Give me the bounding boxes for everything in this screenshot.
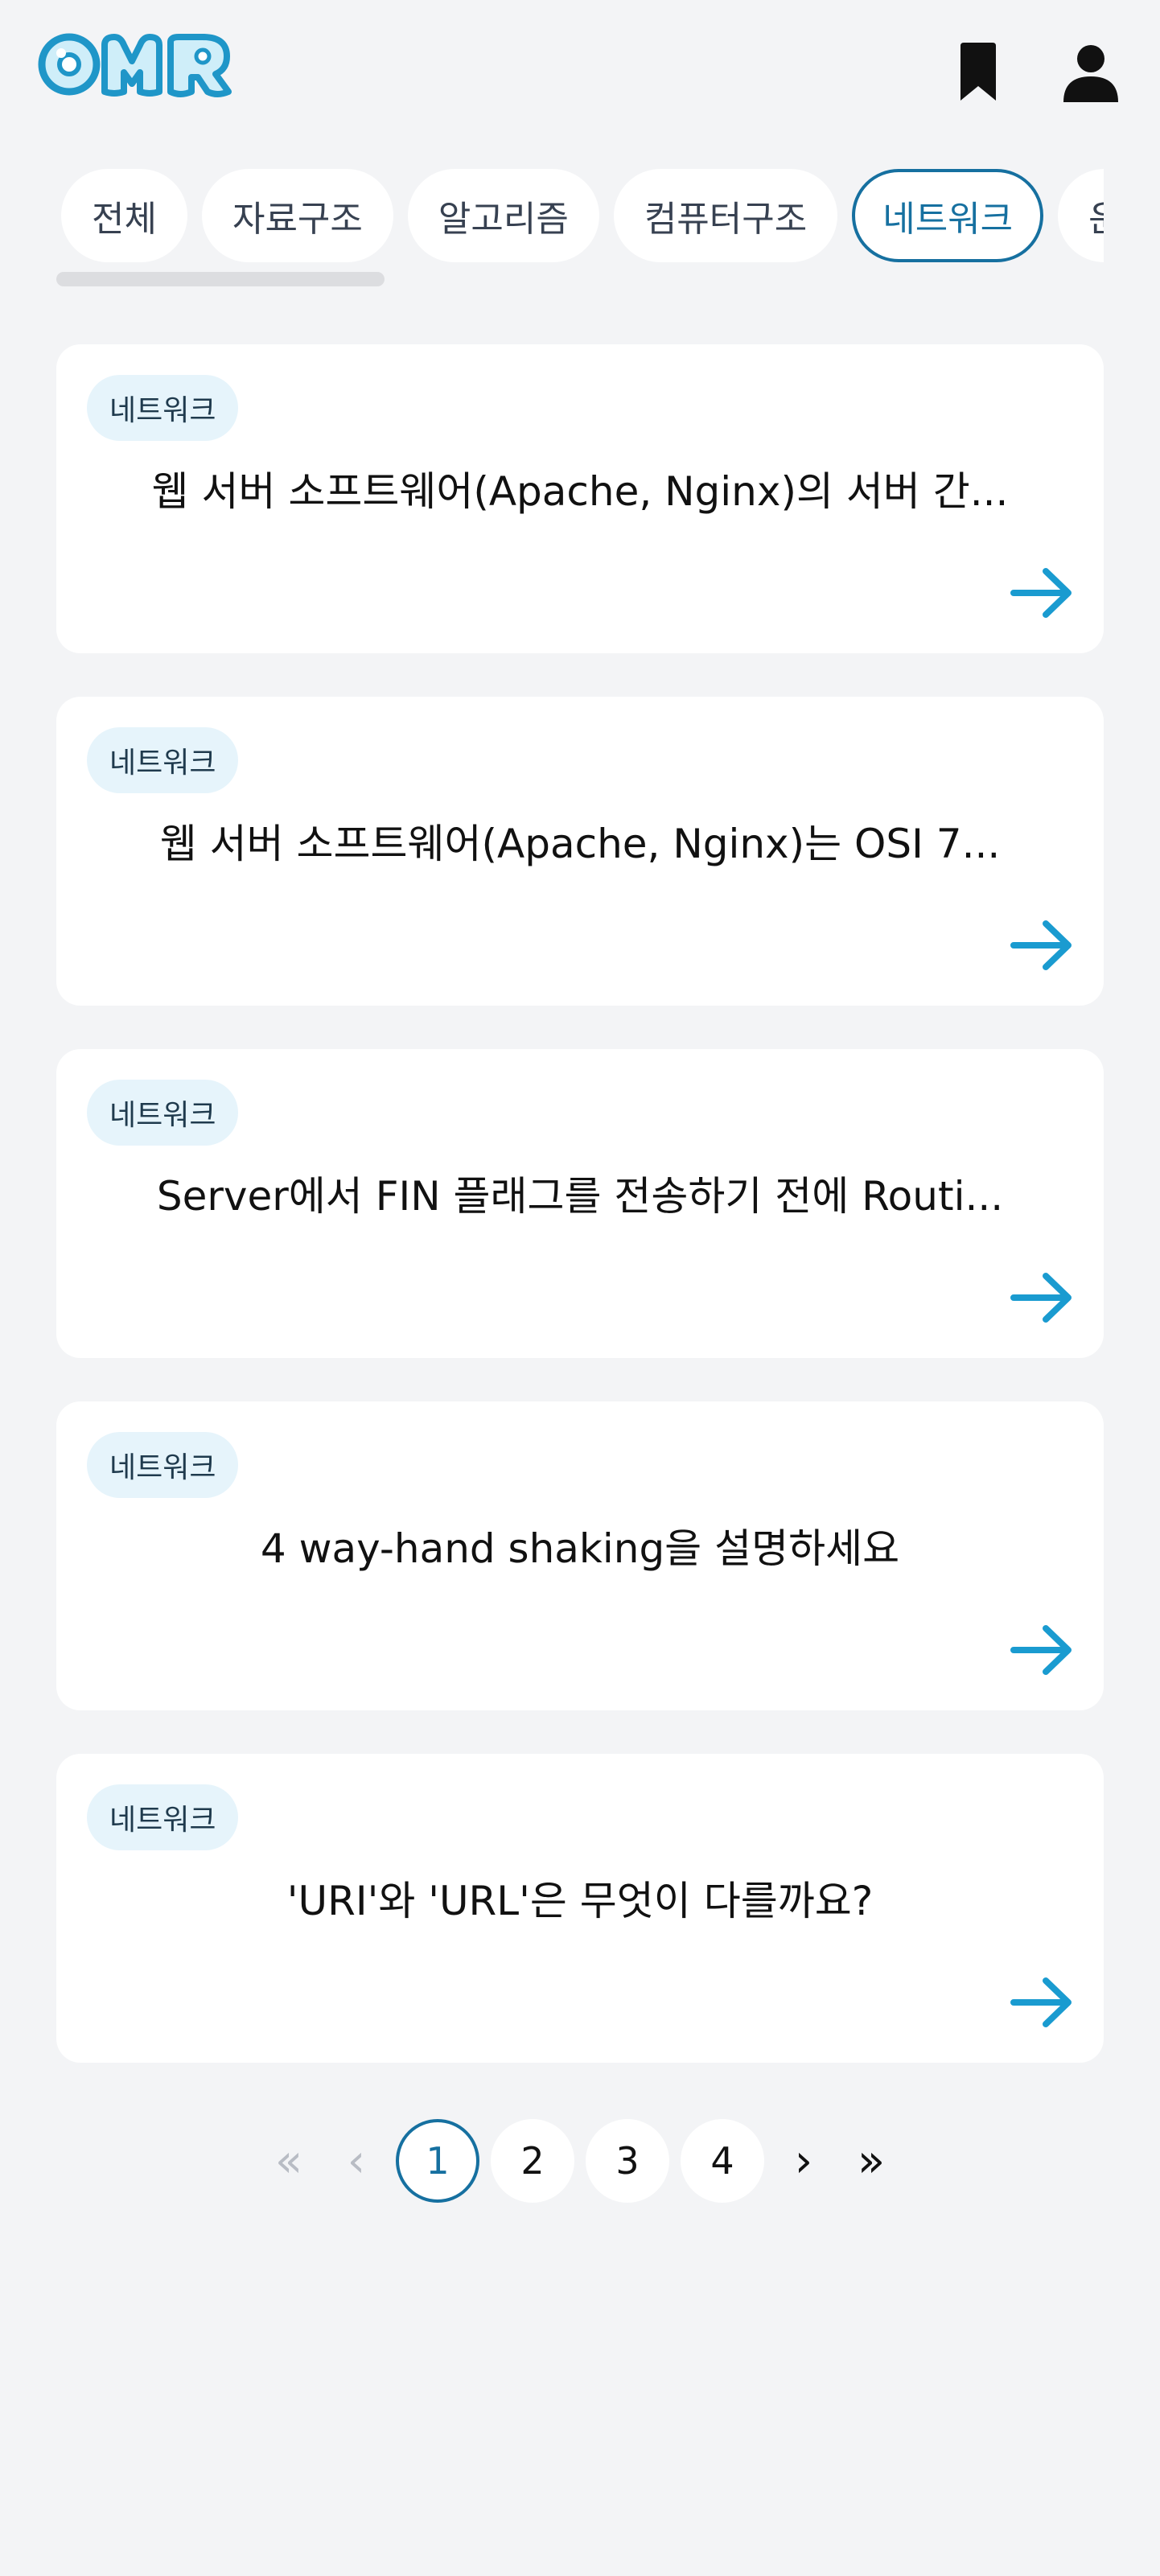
tab-operating-system[interactable]: 운 [1058,169,1104,262]
question-title: 4 way-hand shaking을 설명하세요 [260,1525,900,1572]
question-title: 'URI'와 'URL'은 무엇이 다를까요? [286,1878,874,1924]
tab-data-structure[interactable]: 자료구조 [201,169,393,262]
arrow-right-icon[interactable] [1010,917,1075,973]
question-card[interactable]: 네트워크 'URI'와 'URL'은 무엇이 다를까요? [56,1754,1104,2063]
category-badge: 네트워크 [87,1432,239,1498]
category-badge: 네트워크 [87,1784,239,1850]
question-card[interactable]: 네트워크 4 way-hand shaking을 설명하세요 [56,1401,1104,1710]
page-2-button[interactable]: 2 [491,2119,574,2203]
last-page-button[interactable]: » [843,2119,899,2203]
next-page-button[interactable]: › [775,2119,832,2203]
question-card[interactable]: 네트워크 웹 서버 소프트웨어(Apache, Nginx)는 OSI 7... [56,697,1104,1006]
category-tabs: 전체 자료구조 알고리즘 컴퓨터구조 네트워크 운 [56,169,1104,270]
tab-all[interactable]: 전체 [61,169,187,262]
arrow-right-icon[interactable] [1010,565,1075,621]
category-badge: 네트워크 [87,375,239,441]
pagination: « ‹ 1 2 3 4 › » [0,2117,1160,2204]
profile-button[interactable] [1059,40,1123,105]
first-page-button[interactable]: « [261,2119,317,2203]
question-title: 웹 서버 소프트웨어(Apache, Nginx)는 OSI 7... [159,821,1001,867]
question-card[interactable]: 네트워크 웹 서버 소프트웨어(Apache, Nginx)의 서버 간... [56,344,1104,653]
arrow-right-icon[interactable] [1010,1974,1075,2031]
tab-algorithm[interactable]: 알고리즘 [407,169,599,262]
question-card[interactable]: 네트워크 Server에서 FIN 플래그를 전송하기 전에 Routi... [56,1049,1104,1358]
question-title: Server에서 FIN 플래그를 전송하기 전에 Routi... [156,1173,1004,1220]
question-title: 웹 서버 소프트웨어(Apache, Nginx)의 서버 간... [151,468,1009,515]
tab-network[interactable]: 네트워크 [852,169,1044,262]
user-icon [1063,45,1118,102]
app-header [0,0,1160,137]
category-badge: 네트워크 [87,727,239,793]
tabs-scrollbar[interactable] [56,272,385,286]
arrow-right-icon[interactable] [1010,1622,1075,1678]
page-4-button[interactable]: 4 [681,2119,764,2203]
page-1-button[interactable]: 1 [396,2119,479,2203]
arrow-right-icon[interactable] [1010,1269,1075,1326]
previous-page-button[interactable]: ‹ [328,2119,385,2203]
bookmark-button[interactable] [946,40,1010,105]
page-3-button[interactable]: 3 [586,2119,669,2203]
omr-logo[interactable] [37,24,238,105]
tab-computer-architecture[interactable]: 컴퓨터구조 [613,169,838,262]
bookmark-icon [960,43,996,101]
category-badge: 네트워크 [87,1080,239,1146]
